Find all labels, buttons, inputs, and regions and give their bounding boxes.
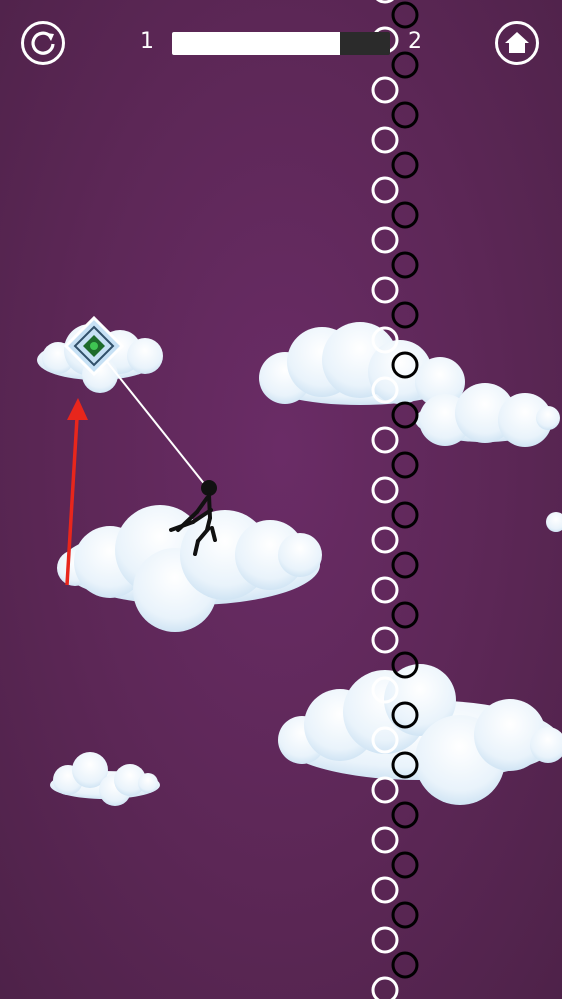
next-level-label: 2 — [408, 29, 422, 54]
current-level-label: 1 — [140, 29, 154, 54]
cloud-large-right-lower — [278, 664, 562, 805]
wall-ring-black — [391, 401, 419, 429]
wall-ring-black — [391, 951, 419, 979]
wall-ring-white — [371, 576, 399, 604]
restart-button[interactable] — [21, 21, 65, 65]
wall-ring-white — [371, 226, 399, 254]
wall-ring-black — [391, 501, 419, 529]
wall-ring-black — [391, 301, 419, 329]
wall-ring-white — [371, 476, 399, 504]
level-progress-fill — [172, 32, 340, 55]
hud: 1 2 — [0, 0, 562, 90]
game-scene — [37, 0, 562, 999]
wall-ring-white — [371, 426, 399, 454]
home-icon — [505, 32, 529, 53]
wall-ring-black — [391, 551, 419, 579]
home-button[interactable] — [495, 21, 539, 65]
wall-ring-black — [391, 101, 419, 129]
wall-ring-black — [391, 201, 419, 229]
wall-ring-white — [371, 776, 399, 804]
wall-ring-black — [391, 901, 419, 929]
cloud-large-right-upper — [259, 322, 560, 447]
wall-ring-white — [371, 176, 399, 204]
wall-ring-black — [391, 151, 419, 179]
wall-ring-white — [371, 626, 399, 654]
wall-ring-black — [391, 251, 419, 279]
restart-icon — [31, 31, 55, 55]
wall-ring-white — [371, 526, 399, 554]
wall-ring-white — [371, 826, 399, 854]
wall-ring-white — [371, 876, 399, 904]
level-progress-bar — [172, 32, 390, 55]
wall-ring-white — [371, 126, 399, 154]
ring-chain-wall — [371, 0, 419, 999]
wall-ring-black — [391, 801, 419, 829]
wall-ring-black — [391, 451, 419, 479]
wall-ring-white — [371, 926, 399, 954]
cloud-tiny-right-edge — [546, 512, 562, 532]
wall-ring-black — [391, 601, 419, 629]
wall-ring-black — [391, 851, 419, 879]
cloud-small-bottom-left — [50, 752, 160, 806]
wall-ring-white — [371, 276, 399, 304]
wall-ring-white — [371, 976, 399, 999]
